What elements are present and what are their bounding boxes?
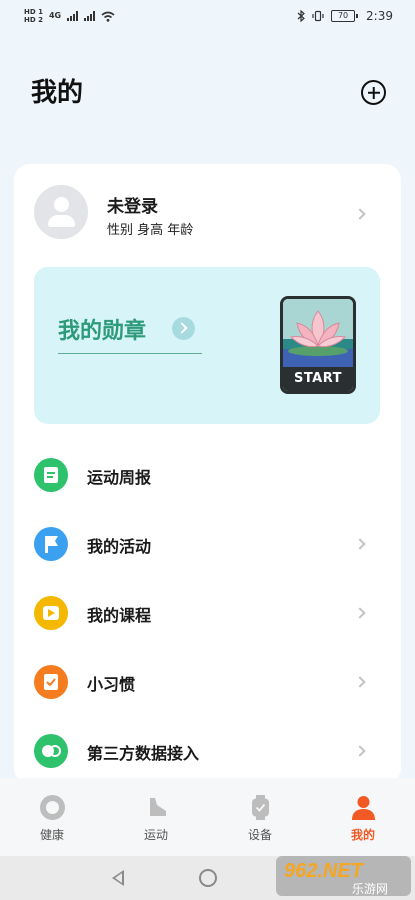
menu-item-weekly-report[interactable]: 运动周报 <box>14 444 401 506</box>
nav-tab-me[interactable]: 我的 <box>311 778 415 856</box>
report-icon <box>34 458 68 492</box>
lotus-badge-icon <box>283 299 353 367</box>
menu-item-label: 第三方数据接入 <box>87 744 200 763</box>
bluetooth-icon <box>297 10 305 22</box>
avatar[interactable] <box>34 185 88 239</box>
vibrate-icon <box>312 10 324 22</box>
status-right: 70 2:39 <box>297 9 393 23</box>
battery-icon: 70 <box>331 10 359 22</box>
badge-label: START <box>283 367 353 391</box>
nav-tab-sport[interactable]: 运动 <box>104 778 208 856</box>
nav-label: 健康 <box>39 828 64 842</box>
sim1-tag: HD 1 <box>24 8 43 16</box>
link-icon <box>34 734 68 768</box>
flag-icon <box>34 527 68 561</box>
chevron-right-icon <box>354 208 366 220</box>
menu-item-my-courses[interactable]: 我的课程 <box>14 582 401 644</box>
signal-icon <box>67 11 79 21</box>
nav-tab-health[interactable]: 健康 <box>0 778 104 856</box>
menu-item-label: 我的课程 <box>87 606 152 625</box>
menu-item-my-activities[interactable]: 我的活动 <box>14 513 401 575</box>
medal-underline <box>58 353 202 354</box>
wifi-icon <box>101 11 115 22</box>
arrow-right-circle-icon[interactable] <box>172 317 195 340</box>
play-icon <box>34 596 68 630</box>
menu-item-label: 小习惯 <box>87 675 136 694</box>
profile-row[interactable]: 未登录 性别 身高 年龄 <box>14 164 401 264</box>
checkmark-icon <box>34 665 68 699</box>
signal-2-icon <box>84 11 96 21</box>
sim2-tag: HD 2 <box>24 16 43 24</box>
chevron-right-icon <box>354 607 366 619</box>
medal-title: 我的勋章 <box>58 319 147 344</box>
play-triangle <box>48 609 55 617</box>
medal-banner[interactable]: 我的勋章 START <box>34 267 380 424</box>
profile-subtitle: 性别 身高 年龄 <box>107 223 194 238</box>
main-card: 未登录 性别 身高 年龄 我的勋章 START 运动周报 我的活动 我的课程 小… <box>14 164 401 784</box>
nav-tab-device[interactable]: 设备 <box>208 778 312 856</box>
bottom-nav: 健康 运动 设备 我的 <box>0 778 415 856</box>
avatar-head-shape <box>54 197 69 212</box>
watch-icon <box>252 795 269 820</box>
watermark-logo: 962.NET 乐游网 <box>276 856 411 896</box>
home-icon[interactable] <box>199 869 217 887</box>
shoe-icon <box>150 798 166 816</box>
back-icon-inner <box>115 873 122 883</box>
nav-label: 运动 <box>143 828 168 842</box>
check-shape <box>46 678 56 686</box>
status-bar: HD 1 HD 2 4G 70 2:39 <box>0 0 415 32</box>
nav-label: 我的 <box>350 828 375 842</box>
menu-item-label: 我的活动 <box>87 537 152 556</box>
watermark-brand: 962.NET <box>284 860 365 882</box>
status-time: 2:39 <box>366 9 393 23</box>
profile-name: 未登录 <box>107 197 158 217</box>
health-ring-icon <box>40 795 65 820</box>
chevron-right-icon <box>354 745 366 757</box>
menu-item-third-party-data[interactable]: 第三方数据接入 <box>14 720 401 782</box>
chevron-right-icon <box>354 538 366 550</box>
watermark-site: 乐游网 <box>352 882 388 896</box>
page-title: 我的 <box>31 78 84 108</box>
plus-circle-icon[interactable] <box>361 80 386 105</box>
network-type: 4G <box>48 11 62 20</box>
person-icon <box>352 796 375 820</box>
start-badge[interactable]: START <box>280 296 356 394</box>
flag-shape <box>47 536 58 546</box>
sim-tags: HD 1 HD 2 <box>24 8 43 24</box>
menu-item-habits[interactable]: 小习惯 <box>14 651 401 713</box>
status-left: HD 1 HD 2 4G <box>24 8 115 24</box>
menu-item-label: 运动周报 <box>87 468 152 487</box>
avatar-body-shape <box>48 215 75 227</box>
chevron-right-icon <box>354 676 366 688</box>
nav-label: 设备 <box>247 828 272 842</box>
